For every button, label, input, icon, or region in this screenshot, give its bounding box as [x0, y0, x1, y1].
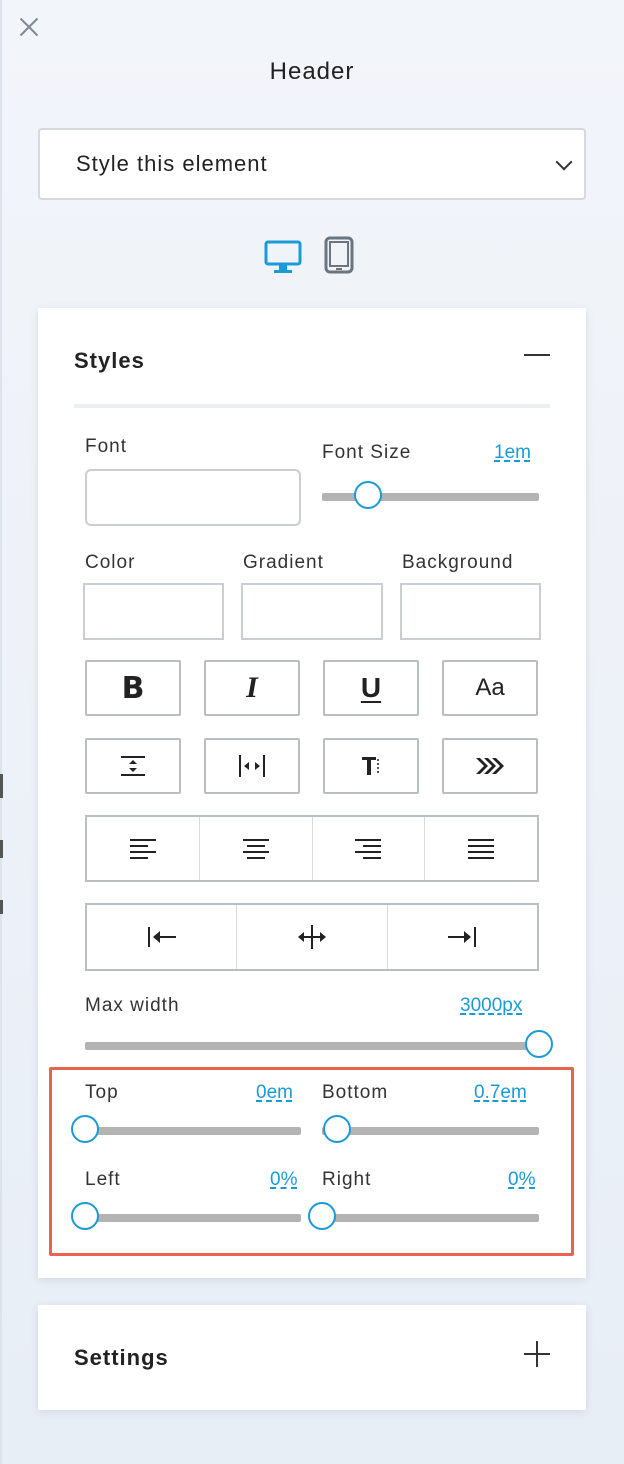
- position-group: [85, 903, 539, 971]
- bold-glyph: B: [121, 670, 145, 706]
- align-justify-icon: [468, 838, 495, 859]
- case-button[interactable]: Aa: [442, 660, 538, 716]
- color-input[interactable]: [83, 583, 224, 640]
- gradient-input[interactable]: [241, 583, 383, 640]
- style-target-select-value: Style this element: [76, 151, 268, 176]
- font-label: Font: [85, 436, 128, 457]
- settings-title: Settings: [74, 1345, 169, 1370]
- case-glyph: Aa: [475, 674, 505, 701]
- text-style-icon: [362, 757, 379, 775]
- max-width-label: Max width: [85, 995, 180, 1016]
- font-size-label: Font Size: [322, 442, 412, 463]
- panel-title: Header: [269, 58, 355, 85]
- max-width-track[interactable]: [85, 1042, 539, 1050]
- align-right-button[interactable]: [313, 817, 426, 880]
- max-width-thumb[interactable]: [525, 1030, 553, 1058]
- line-height-icon: [121, 756, 145, 776]
- panel-edge: [0, 0, 2, 1464]
- gradient-label: Gradient: [243, 552, 324, 573]
- double-chevron-right-icon: [476, 758, 504, 774]
- style-panel: Header Style this element Styles Font Fo…: [0, 0, 624, 1464]
- line-height-button[interactable]: [85, 738, 181, 794]
- text-style-button[interactable]: [323, 738, 419, 794]
- font-size-thumb[interactable]: [353, 481, 382, 509]
- style-target-select[interactable]: Style this element: [38, 128, 586, 200]
- tablet-icon[interactable]: [324, 236, 354, 274]
- font-input[interactable]: [85, 469, 301, 526]
- italic-glyph: I: [246, 671, 258, 704]
- bold-button[interactable]: B: [85, 660, 181, 716]
- position-left-button[interactable]: [87, 905, 238, 969]
- desktop-icon[interactable]: [264, 240, 302, 274]
- arrows-horizontal-icon: [297, 925, 326, 949]
- close-icon[interactable]: [16, 14, 42, 40]
- background-label: Background: [402, 552, 514, 573]
- align-center-icon: [242, 838, 269, 859]
- expand-icon[interactable]: [524, 1341, 550, 1367]
- chevron-down-icon: [555, 153, 573, 171]
- margins-highlight: [49, 1067, 574, 1256]
- settings-card[interactable]: Settings: [38, 1305, 586, 1410]
- align-left-icon: [129, 838, 156, 859]
- align-right-icon: [355, 838, 382, 859]
- italic-button[interactable]: I: [204, 660, 300, 716]
- letter-spacing-icon: [239, 755, 265, 777]
- underline-glyph: U: [360, 672, 382, 703]
- font-size-value[interactable]: 1em: [494, 442, 531, 464]
- color-label: Color: [85, 552, 136, 573]
- text-effects-button[interactable]: [442, 738, 538, 794]
- position-center-button[interactable]: [237, 905, 388, 969]
- underline-button[interactable]: U: [323, 660, 419, 716]
- text-align-group: [85, 815, 539, 882]
- side-marks: [0, 760, 8, 920]
- arrow-to-right-icon: [448, 927, 477, 947]
- styles-divider: [74, 404, 550, 408]
- letter-spacing-button[interactable]: [204, 738, 300, 794]
- position-right-button[interactable]: [388, 905, 537, 969]
- background-input[interactable]: [400, 583, 541, 640]
- collapse-icon[interactable]: [524, 354, 550, 356]
- arrow-to-left-icon: [147, 927, 176, 947]
- align-left-button[interactable]: [87, 817, 200, 880]
- align-center-button[interactable]: [200, 817, 313, 880]
- styles-title: Styles: [74, 348, 145, 373]
- max-width-value[interactable]: 3000px: [460, 995, 522, 1017]
- align-justify-button[interactable]: [425, 817, 537, 880]
